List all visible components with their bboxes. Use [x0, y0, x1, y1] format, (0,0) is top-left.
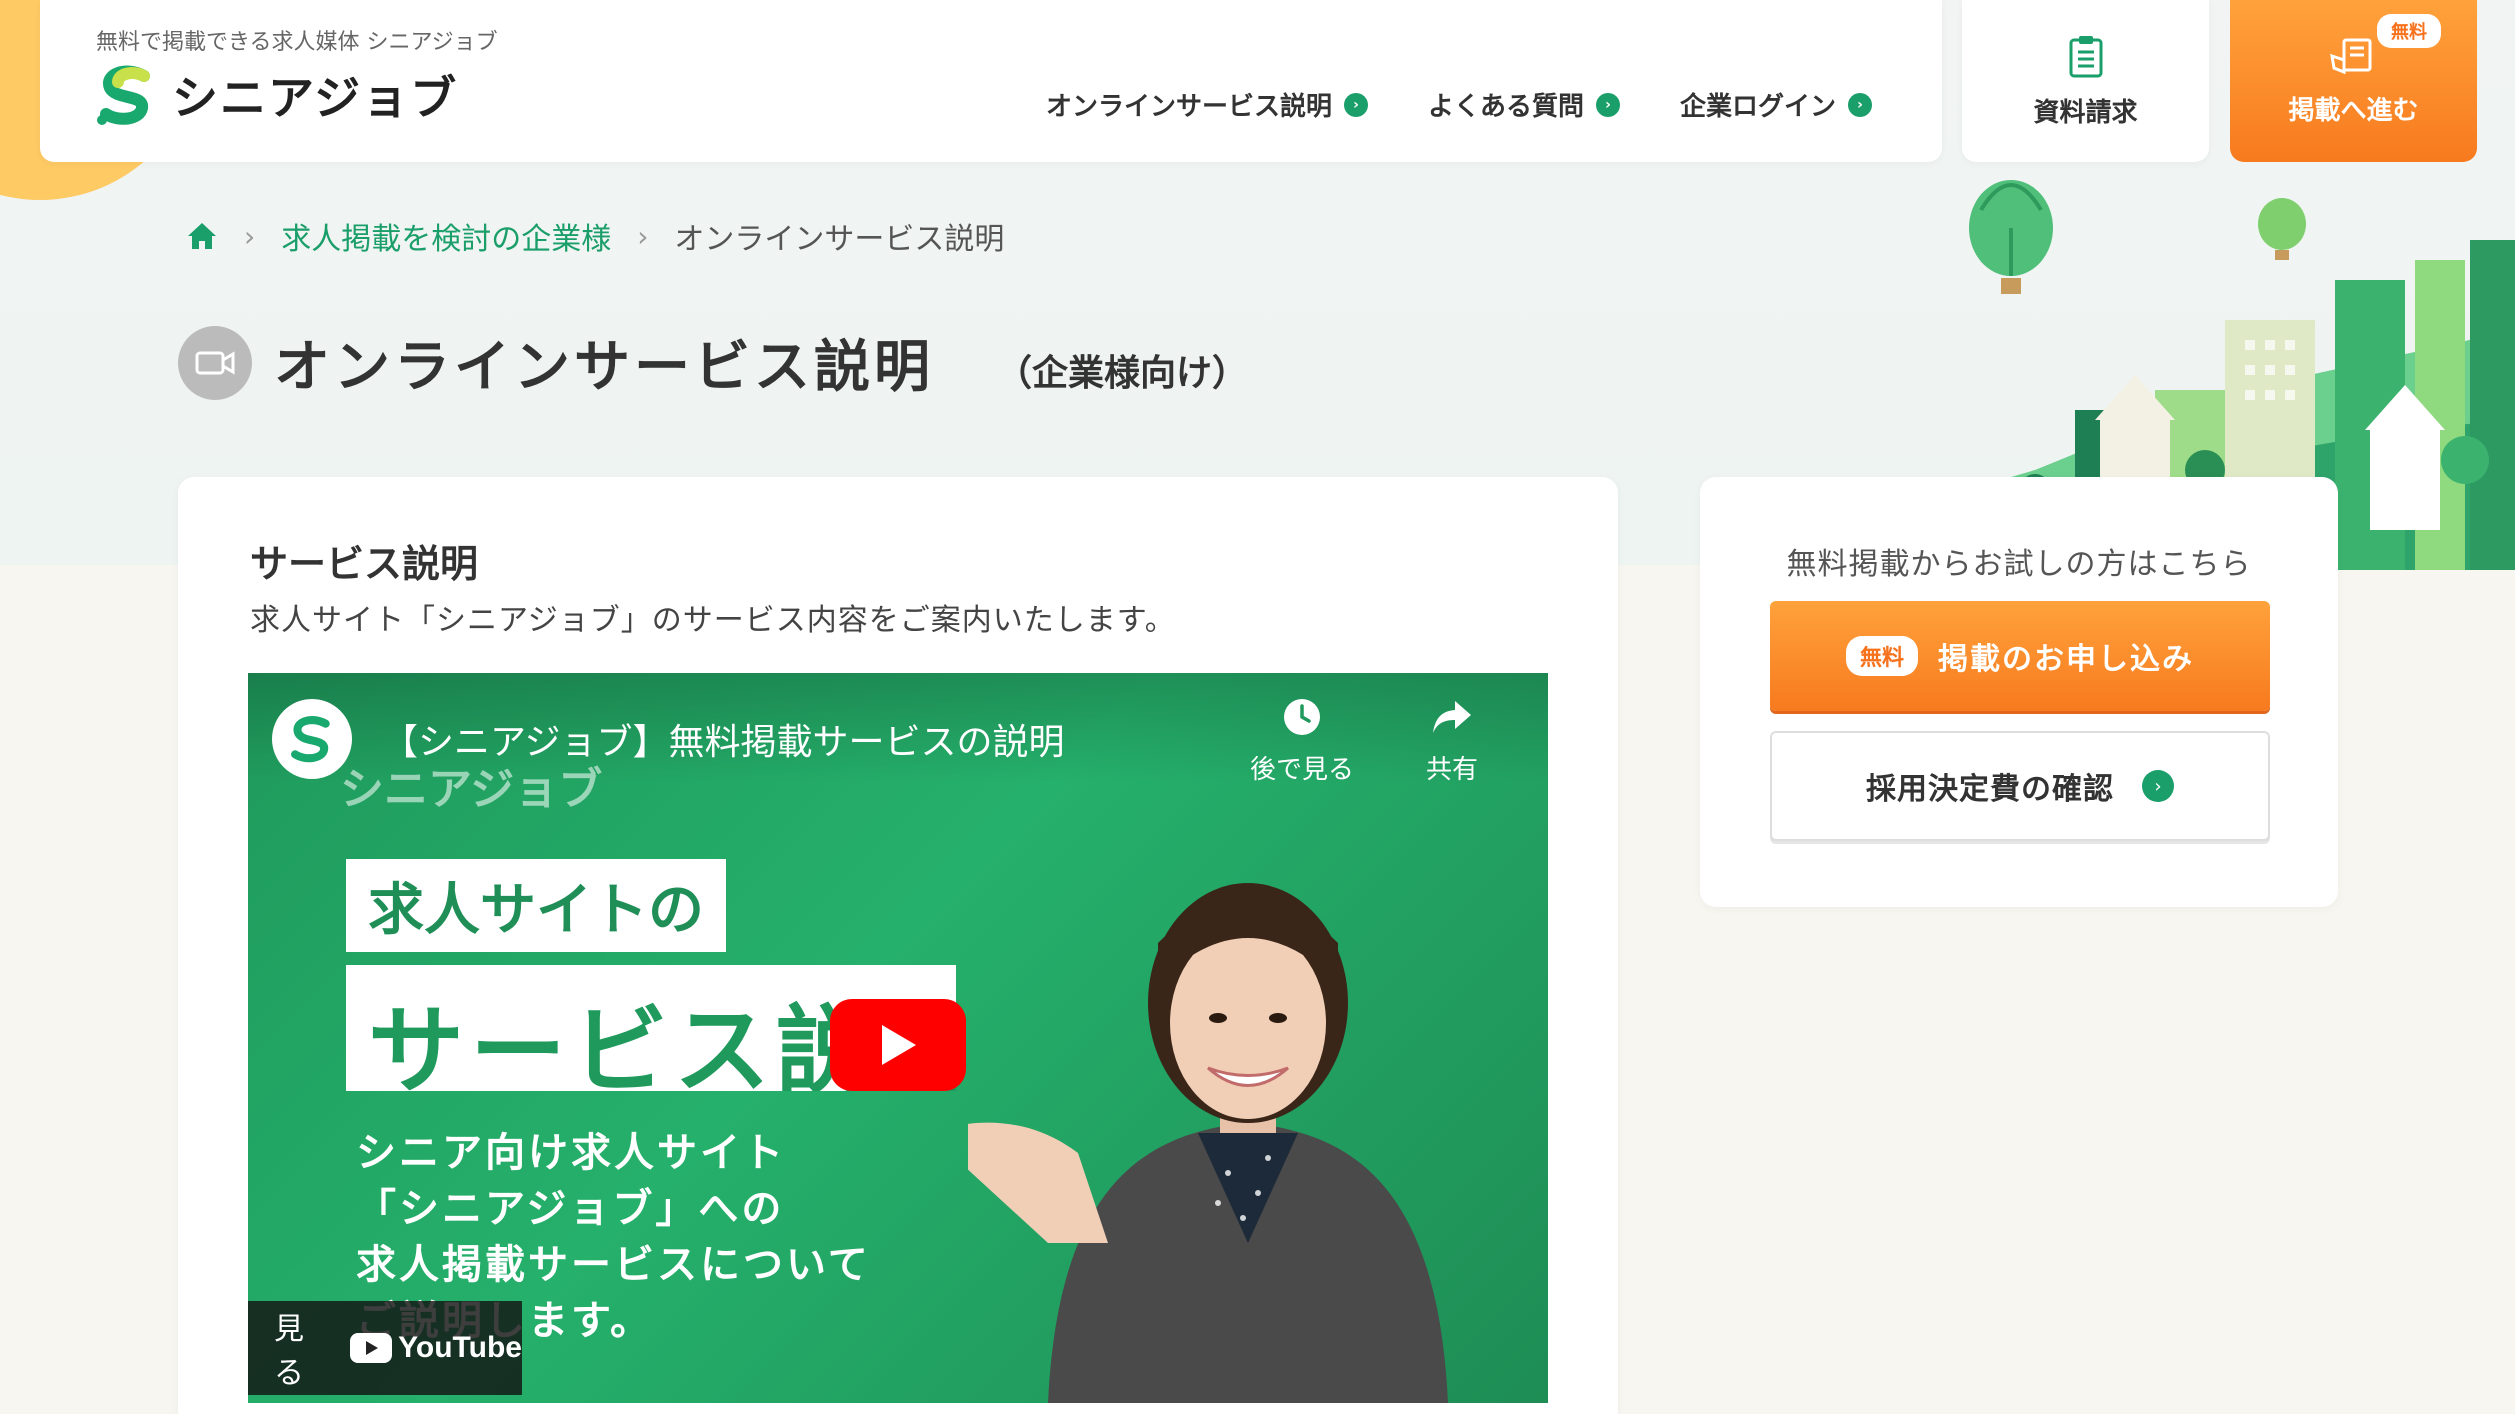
home-icon[interactable]	[186, 221, 218, 251]
site-logo[interactable]: シニアジョブ	[96, 62, 458, 128]
video-camera-icon	[178, 325, 252, 400]
chevron-right-icon: ›	[2142, 770, 2174, 802]
chevron-right-icon: ›	[1595, 92, 1620, 117]
logo-s-icon	[291, 716, 330, 763]
nav-label: よくある質問	[1427, 92, 1584, 122]
trial-cta-card: 無料掲載からお試しの方はこちら 無料 掲載のお申し込み 採用決定費の確認 ›	[1700, 477, 2338, 907]
page-heading: オンラインサービス説明 （企業様向け）	[178, 322, 1248, 403]
nav-faq[interactable]: よくある質問 ›	[1428, 86, 1620, 123]
nav-company-login[interactable]: 企業ログイン ›	[1680, 86, 1872, 123]
thumbnail-line: 求人掲載サービスについて	[356, 1242, 871, 1288]
watch-on-label: 見る	[274, 1312, 304, 1391]
clipboard-icon	[2069, 35, 2102, 77]
doc-request-label: 資料請求	[2033, 97, 2138, 128]
breadcrumb-current: オンラインサービス説明	[674, 222, 1005, 257]
header-nav: オンラインサービス説明 › よくある質問 › 企業ログイン ›	[1046, 86, 1872, 123]
thumbnail-headline-1: 求人サイトの	[346, 859, 726, 952]
cta-lead-text: 無料掲載からお試しの方はこちら	[1786, 547, 2252, 582]
breadcrumb-separator: ›	[637, 219, 649, 253]
hiring-fee-button[interactable]: 採用決定費の確認 ›	[1770, 731, 2270, 841]
play-icon	[882, 1025, 916, 1065]
youtube-play-icon	[350, 1333, 393, 1363]
section-title: サービス説明	[250, 542, 479, 586]
free-badge: 無料	[1845, 636, 1918, 676]
logo-s-icon	[97, 65, 150, 125]
apply-listing-button[interactable]: 無料 掲載のお申し込み	[1770, 601, 2270, 711]
apply-listing-label: 掲載のお申し込み	[1938, 642, 2194, 677]
header-tagline: 無料で掲載できる求人媒体 シニアジョブ	[96, 30, 498, 55]
free-badge: 無料	[2377, 14, 2441, 48]
nav-label: 企業ログイン	[1679, 92, 1836, 122]
thumbnail-line: シニア向け求人サイト	[356, 1130, 786, 1176]
presenter-image	[968, 883, 1448, 1403]
chevron-right-icon: ›	[1848, 92, 1872, 117]
youtube-video-embed[interactable]: 【シニアジョブ】無料掲載サービスの説明 シニアジョブ 後で見る 共有 求人サイト…	[248, 673, 1548, 1403]
service-description-card: サービス説明 求人サイト「シニアジョブ」のサービス内容をご案内いたします。 【シ…	[178, 477, 1618, 1414]
nav-label: オンラインサービス説明	[1045, 92, 1332, 122]
breadcrumb-separator: ›	[244, 219, 256, 253]
logo-text: シニアジョブ	[172, 71, 459, 125]
watch-on-youtube-button[interactable]: 見る YouTube	[248, 1301, 522, 1395]
section-description: 求人サイト「シニアジョブ」のサービス内容をご案内いたします。	[250, 603, 1176, 638]
video-watermark: シニアジョブ	[340, 764, 603, 815]
page-subtitle: （企業様向け）	[996, 352, 1249, 394]
doc-request-button[interactable]: 資料請求	[1962, 0, 2209, 162]
chevron-right-icon: ›	[1343, 92, 1368, 117]
nav-online-service[interactable]: オンラインサービス説明 ›	[1046, 86, 1368, 123]
hand-document-icon	[2329, 38, 2371, 74]
share-arrow-icon	[1433, 701, 1471, 733]
breadcrumb: › 求人掲載を検討の企業様 › オンラインサービス説明	[186, 214, 1004, 258]
post-job-label: 掲載へ進む	[2288, 95, 2419, 126]
site-header: 無料で掲載できる求人媒体 シニアジョブ シニアジョブ オンラインサービス説明 ›…	[40, 0, 1942, 162]
breadcrumb-link-companies[interactable]: 求人掲載を検討の企業様	[281, 214, 611, 258]
play-button[interactable]	[830, 999, 966, 1091]
post-job-button[interactable]: 無料 掲載へ進む	[2230, 0, 2477, 162]
youtube-wordmark: YouTube	[398, 1331, 522, 1364]
hiring-fee-label: 採用決定費の確認	[1866, 772, 2114, 807]
clock-icon	[1284, 699, 1320, 735]
youtube-logo: YouTube	[350, 1331, 522, 1365]
thumbnail-line: 「シニアジョブ」への	[356, 1186, 785, 1232]
page-title: オンラインサービス説明	[274, 335, 934, 400]
